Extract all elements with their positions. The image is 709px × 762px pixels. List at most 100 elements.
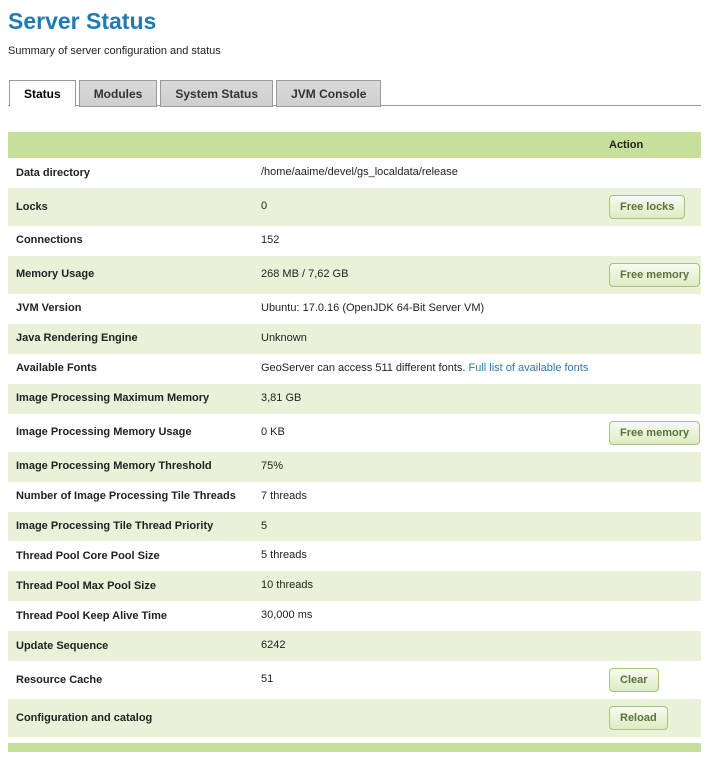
row-label: Java Rendering Engine xyxy=(8,324,253,354)
server-status-page: Server Status Summary of server configur… xyxy=(0,0,709,762)
row-value: 10 threads xyxy=(253,571,601,601)
tab-modules[interactable]: Modules xyxy=(79,80,158,107)
row-action-cell xyxy=(601,324,701,354)
row-label: Data directory xyxy=(8,158,253,188)
value-column-header xyxy=(253,132,601,158)
row-label: Thread Pool Keep Alive Time xyxy=(8,601,253,631)
table-row: Image Processing Memory Threshold 75% xyxy=(8,452,701,482)
row-value-text: GeoServer can access 511 different fonts… xyxy=(261,362,465,374)
row-value: Unknown xyxy=(253,324,601,354)
row-value-text: 7 threads xyxy=(261,490,307,502)
page-subtitle: Summary of server configuration and stat… xyxy=(8,45,701,57)
row-value-text: /home/aaime/devel/gs_localdata/release xyxy=(261,166,458,178)
row-value-text: 152 xyxy=(261,234,279,246)
row-value-text: 75% xyxy=(261,460,283,472)
table-row: Image Processing Tile Thread Priority 5 xyxy=(8,512,701,542)
row-label: Thread Pool Core Pool Size xyxy=(8,541,253,571)
row-action-cell xyxy=(601,482,701,512)
table-row: Memory Usage 268 MB / 7,62 GB Free memor… xyxy=(8,256,701,294)
table-row: Resource Cache 51 Clear xyxy=(8,661,701,699)
table-row: Thread Pool Max Pool Size 10 threads xyxy=(8,571,701,601)
row-action-cell: Free memory xyxy=(601,414,701,452)
row-value: 6242 xyxy=(253,631,601,661)
table-row: Java Rendering Engine Unknown xyxy=(8,324,701,354)
table-row: Image Processing Maximum Memory 3,81 GB xyxy=(8,384,701,414)
row-label: Resource Cache xyxy=(8,661,253,699)
page-title: Server Status xyxy=(8,8,701,35)
row-label: Connections xyxy=(8,226,253,256)
row-action-cell xyxy=(601,294,701,324)
row-label: Image Processing Memory Threshold xyxy=(8,452,253,482)
row-action-cell: Reload xyxy=(601,699,701,737)
row-label: Locks xyxy=(8,188,253,226)
status-table: Action Data directory /home/aaime/devel/… xyxy=(8,132,701,737)
row-value: 30,000 ms xyxy=(253,601,601,631)
row-action-cell xyxy=(601,354,701,384)
row-label: Memory Usage xyxy=(8,256,253,294)
available-fonts-link[interactable]: Full list of available fonts xyxy=(469,362,589,374)
row-action-cell xyxy=(601,226,701,256)
tab-system-status[interactable]: System Status xyxy=(160,80,273,107)
row-value-text: 30,000 ms xyxy=(261,609,312,621)
row-label: Update Sequence xyxy=(8,631,253,661)
row-value-text: 5 threads xyxy=(261,549,307,561)
row-value-text: 268 MB / 7,62 GB xyxy=(261,268,348,280)
table-row: Locks 0 Free locks xyxy=(8,188,701,226)
row-action-cell xyxy=(601,571,701,601)
table-row: Thread Pool Keep Alive Time 30,000 ms xyxy=(8,601,701,631)
row-value-text: Ubuntu: 17.0.16 (OpenJDK 64-Bit Server V… xyxy=(261,302,484,314)
row-label: Image Processing Maximum Memory xyxy=(8,384,253,414)
label-column-header xyxy=(8,132,253,158)
row-action-cell xyxy=(601,541,701,571)
row-label: Image Processing Tile Thread Priority xyxy=(8,512,253,542)
free-memory-button[interactable]: Free memory xyxy=(609,263,700,287)
row-value: 75% xyxy=(253,452,601,482)
action-column-header: Action xyxy=(601,132,701,158)
row-value-text: 10 threads xyxy=(261,579,313,591)
row-value: 0 KB xyxy=(253,414,601,452)
table-header-row: Action xyxy=(8,132,701,158)
table-row: Update Sequence 6242 xyxy=(8,631,701,661)
tab-status[interactable]: Status xyxy=(9,80,76,107)
clear-button[interactable]: Clear xyxy=(609,668,659,692)
row-label: JVM Version xyxy=(8,294,253,324)
row-value-text: 0 xyxy=(261,200,267,212)
row-value: 5 xyxy=(253,512,601,542)
row-label: Configuration and catalog xyxy=(8,699,253,737)
row-action-cell xyxy=(601,384,701,414)
free-memory-button[interactable]: Free memory xyxy=(609,421,700,445)
table-row: Data directory /home/aaime/devel/gs_loca… xyxy=(8,158,701,188)
row-value: Ubuntu: 17.0.16 (OpenJDK 64-Bit Server V… xyxy=(253,294,601,324)
status-table-body: Data directory /home/aaime/devel/gs_loca… xyxy=(8,158,701,737)
row-value: 268 MB / 7,62 GB xyxy=(253,256,601,294)
row-value: 152 xyxy=(253,226,601,256)
tab-jvm-console[interactable]: JVM Console xyxy=(276,80,381,107)
reload-button[interactable]: Reload xyxy=(609,706,668,730)
table-row: Number of Image Processing Tile Threads … xyxy=(8,482,701,512)
table-row: Available Fonts GeoServer can access 511… xyxy=(8,354,701,384)
table-row: Configuration and catalog Reload xyxy=(8,699,701,737)
row-value-text: 5 xyxy=(261,520,267,532)
row-value-text: Unknown xyxy=(261,332,307,344)
table-row: Thread Pool Core Pool Size 5 threads xyxy=(8,541,701,571)
table-row: Image Processing Memory Usage 0 KB Free … xyxy=(8,414,701,452)
row-label: Number of Image Processing Tile Threads xyxy=(8,482,253,512)
row-value xyxy=(253,699,601,737)
row-action-cell xyxy=(601,631,701,661)
row-value-text: 51 xyxy=(261,673,273,685)
row-action-cell: Free locks xyxy=(601,188,701,226)
row-value: 51 xyxy=(253,661,601,699)
free-locks-button[interactable]: Free locks xyxy=(609,195,685,219)
tab-bar: StatusModulesSystem StatusJVM Console xyxy=(8,79,701,106)
row-label: Image Processing Memory Usage xyxy=(8,414,253,452)
row-value-text: 3,81 GB xyxy=(261,392,301,404)
row-action-cell: Free memory xyxy=(601,256,701,294)
row-action-cell xyxy=(601,512,701,542)
row-value: 5 threads xyxy=(253,541,601,571)
row-value: 0 xyxy=(253,188,601,226)
row-value-text: 0 KB xyxy=(261,426,285,438)
row-value: 7 threads xyxy=(253,482,601,512)
table-row: Connections 152 xyxy=(8,226,701,256)
table-row: JVM Version Ubuntu: 17.0.16 (OpenJDK 64-… xyxy=(8,294,701,324)
row-action-cell xyxy=(601,601,701,631)
